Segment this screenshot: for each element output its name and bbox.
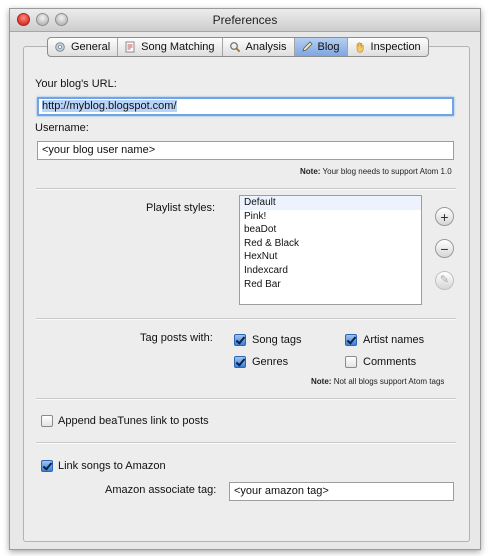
list-item[interactable]: Red & Black: [240, 237, 421, 251]
genres-label: Genres: [252, 356, 289, 368]
plus-icon: +: [440, 208, 449, 225]
genres-checkbox[interactable]: [234, 356, 246, 368]
hand-icon: [356, 42, 364, 53]
divider: [36, 442, 456, 444]
link-amazon-checkbox[interactable]: [41, 460, 53, 472]
tab-label: Blog: [317, 41, 340, 53]
playlist-styles-label: Playlist styles:: [146, 202, 216, 214]
edit-icon: ✎: [439, 274, 450, 286]
tab-general[interactable]: General: [48, 38, 119, 56]
divider: [36, 398, 456, 400]
username-label: Username:: [35, 122, 89, 134]
pen-icon: [301, 41, 313, 52]
tab-song-matching[interactable]: Song Matching: [118, 38, 223, 56]
blog-settings-panel: Your blog's URL: http://myblog.blogspot.…: [23, 46, 470, 542]
tags-note-text: Not all blogs support Atom tags: [333, 377, 445, 386]
remove-style-button[interactable]: −: [435, 239, 454, 258]
song-tags-checkbox[interactable]: [234, 334, 246, 346]
tab-label: Song Matching: [141, 41, 215, 53]
username-field[interactable]: <your blog user name>: [37, 141, 454, 160]
blog-url-value: http://myblog.blogspot.com/: [42, 100, 177, 112]
tab-label: Inspection: [370, 41, 421, 53]
atom-support-note: Note: Your blog needs to support Atom 1.…: [300, 167, 452, 176]
amazon-tag-label: Amazon associate tag:: [105, 484, 217, 496]
append-beatunes-checkbox[interactable]: [41, 415, 53, 427]
list-item[interactable]: Default: [240, 196, 421, 210]
list-item[interactable]: HexNut: [240, 250, 421, 264]
tab-label: General: [71, 41, 111, 53]
document-icon: [125, 41, 135, 53]
edit-style-button[interactable]: ✎: [435, 271, 454, 290]
atom-note-bold: Note:: [300, 167, 321, 176]
list-item[interactable]: Red Bar: [240, 278, 421, 292]
title-bar: Preferences: [10, 9, 480, 32]
playlist-styles-list[interactable]: Default Pink! beaDot Red & Black HexNut …: [239, 195, 422, 305]
song-tags-label: Song tags: [252, 334, 302, 346]
artist-names-checkbox[interactable]: [345, 334, 357, 346]
tab-blog[interactable]: Blog: [294, 38, 348, 56]
window-title: Preferences: [212, 13, 278, 27]
preferences-tabs: General Song Matching Analysis Blog Insp…: [47, 37, 429, 57]
blog-url-label: Your blog's URL:: [35, 78, 117, 90]
divider: [36, 188, 456, 190]
comments-label: Comments: [363, 356, 417, 368]
list-item[interactable]: Pink!: [240, 210, 421, 224]
list-item[interactable]: Indexcard: [240, 264, 421, 278]
link-amazon-label: Link songs to Amazon: [58, 460, 166, 472]
tab-inspection[interactable]: Inspection: [348, 38, 428, 56]
magnifier-icon: [229, 42, 240, 53]
add-style-button[interactable]: +: [435, 207, 454, 226]
minus-icon: −: [440, 240, 449, 257]
atom-tags-note: Note: Not all blogs support Atom tags: [311, 377, 444, 386]
artist-names-label: Artist names: [363, 334, 425, 346]
preferences-window: Preferences Your blog's URL: http://mybl…: [9, 8, 481, 550]
divider: [36, 318, 456, 320]
blog-url-field[interactable]: http://myblog.blogspot.com/: [37, 97, 454, 116]
tags-note-bold: Note:: [311, 377, 332, 386]
tag-posts-label: Tag posts with:: [140, 332, 213, 344]
atom-note-text: Your blog needs to support Atom 1.0: [322, 167, 452, 176]
append-beatunes-label: Append beaTunes link to posts: [58, 415, 209, 427]
list-item[interactable]: beaDot: [240, 223, 421, 237]
comments-checkbox[interactable]: [345, 356, 357, 368]
tab-analysis[interactable]: Analysis: [223, 38, 295, 56]
gear-icon: [55, 42, 65, 52]
tab-label: Analysis: [245, 41, 287, 53]
amazon-tag-field[interactable]: <your amazon tag>: [229, 482, 454, 501]
